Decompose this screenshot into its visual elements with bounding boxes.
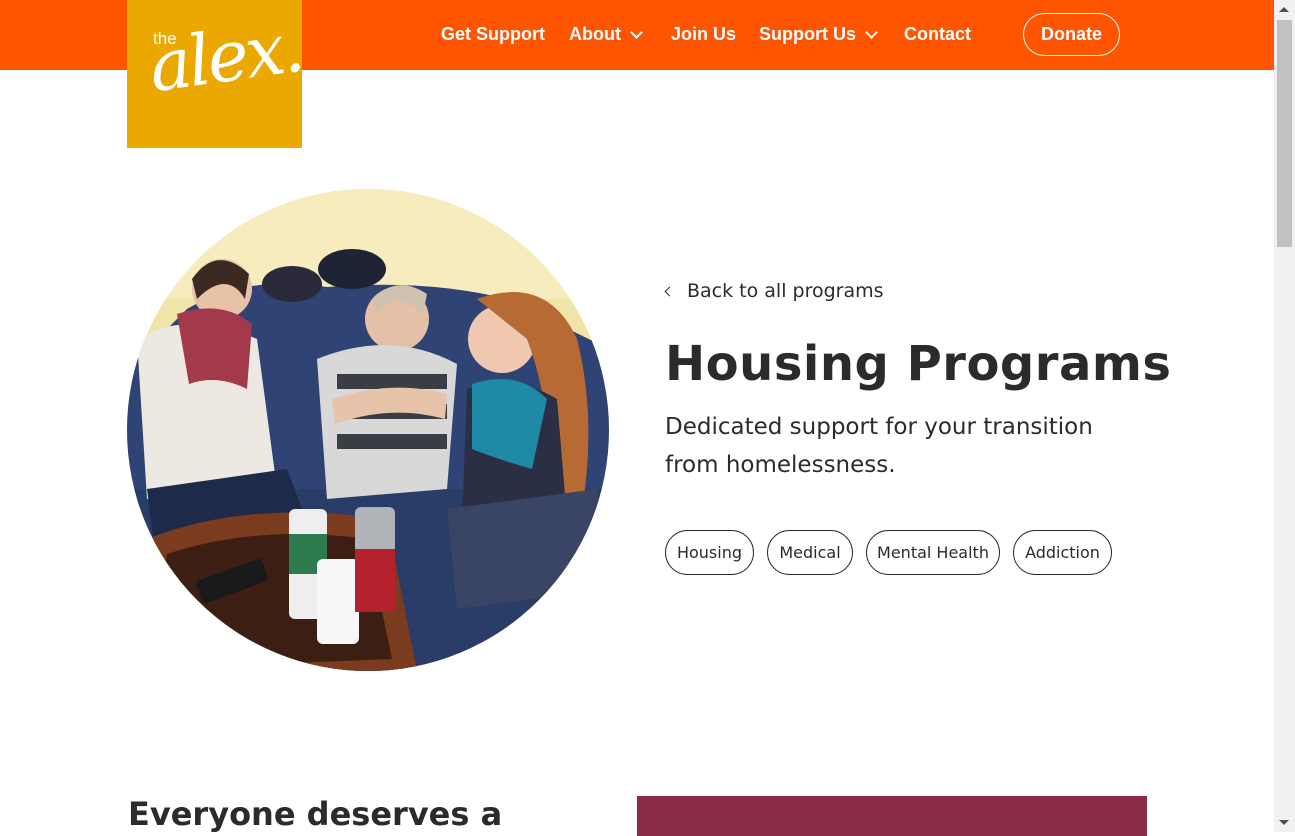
nav-support-us-label: Support Us [759,24,856,44]
chevron-down-icon [630,26,643,39]
chevron-down-icon [865,26,878,39]
tag-mental-health[interactable]: Mental Health [866,530,1000,575]
nav-get-support[interactable]: Get Support [441,24,545,45]
nav-about[interactable]: About [569,24,643,45]
photo-illustration [127,189,609,671]
nav-support-us[interactable]: Support Us [759,24,878,45]
tag-housing[interactable]: Housing [665,530,754,575]
nav-join-us-label: Join Us [671,24,737,44]
page-title: Housing Programs [665,336,1172,392]
site-logo[interactable]: the alex. [127,0,306,148]
page-scrollbar[interactable] [1274,0,1295,832]
section-heading: Everyone deserves a [128,795,503,833]
nav-about-label: About [569,24,621,44]
donate-button[interactable]: Donate [1023,13,1120,56]
back-link-label: Back to all programs [687,280,884,302]
nav-get-support-label: Get Support [441,24,545,44]
chevron-left-icon [664,286,675,296]
nav-join-us[interactable]: Join Us [671,24,736,45]
page-subtitle: Dedicated support for your transition fr… [665,414,1093,478]
nav-contact-label: Contact [904,24,971,44]
tag-addiction[interactable]: Addiction [1013,530,1112,575]
nav-contact[interactable]: Contact [904,24,971,45]
tag-medical[interactable]: Medical [767,530,853,575]
program-hero-image [127,189,609,671]
feature-panel [637,796,1147,836]
scroll-down-arrow-icon[interactable] [1279,820,1289,825]
logo-main-text: alex. [144,5,307,109]
back-to-programs-link[interactable]: Back to all programs [663,280,884,302]
scroll-up-arrow-icon[interactable] [1279,7,1289,12]
scrollbar-thumb[interactable] [1277,20,1292,247]
